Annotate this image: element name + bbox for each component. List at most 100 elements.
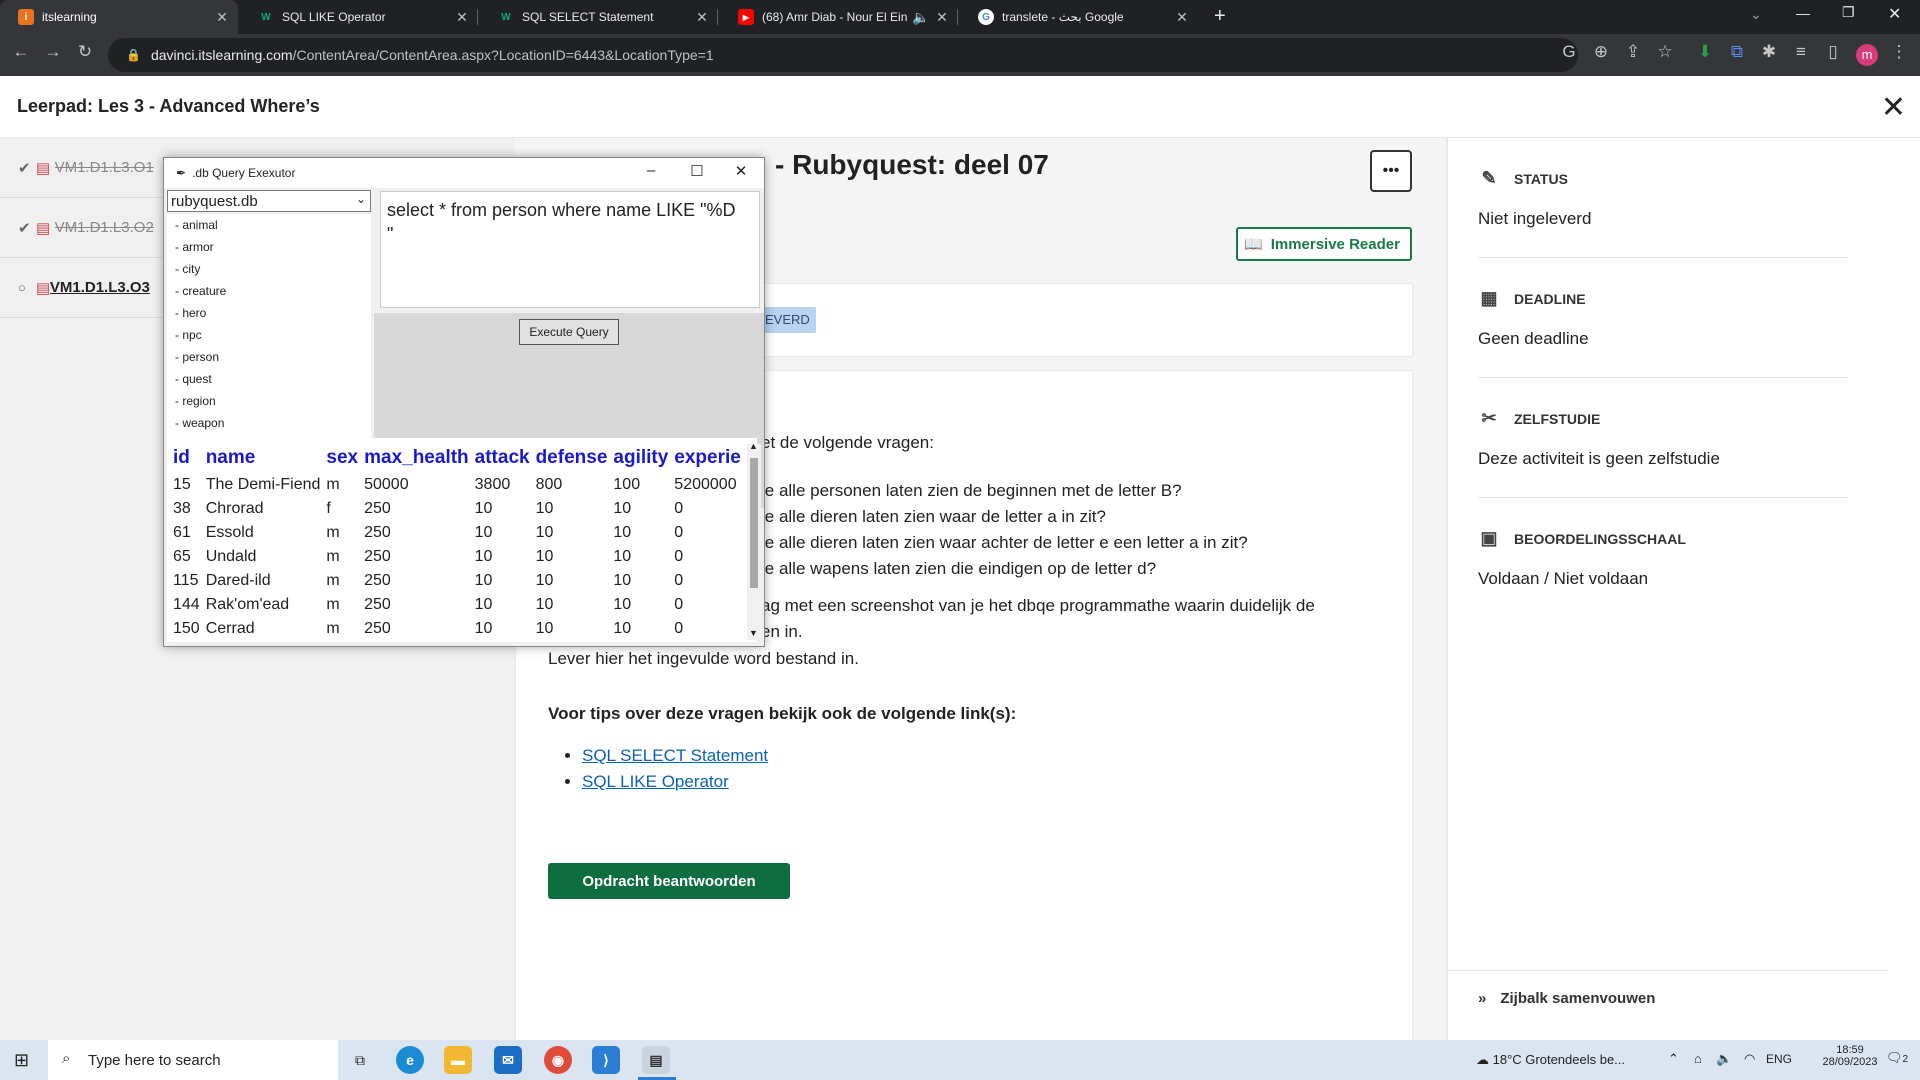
self-study-section: ✂ ZELFSTUDIE Deze activiteit is geen zelf…: [1478, 408, 1848, 498]
translate-extension-icon[interactable]: ⧉: [1724, 42, 1750, 62]
cell: Dared-ild: [205, 572, 271, 589]
section-label: ZELFSTUDIE: [1514, 410, 1601, 427]
chrome-icon[interactable]: ◉: [544, 1046, 572, 1074]
tab-search-icon[interactable]: ⌄: [1750, 6, 1762, 23]
extensions-puzzle-icon[interactable]: ✱: [1756, 42, 1782, 62]
new-tab-icon[interactable]: +: [1214, 5, 1226, 28]
close-icon[interactable]: ✕: [726, 162, 756, 180]
table-list-item[interactable]: - person: [167, 346, 371, 368]
volume-icon[interactable]: 🔈: [1716, 1051, 1732, 1067]
vscode-icon[interactable]: ⟩: [592, 1046, 620, 1074]
cell: The Demi-Fiend: [205, 476, 321, 493]
path-item[interactable]: ✔ ▤ VM1.D1.L3.O2: [0, 198, 170, 258]
close-window-icon[interactable]: ✕: [1888, 4, 1901, 24]
mute-icon[interactable]: 🔈: [908, 9, 934, 26]
self-study-icon: ✂: [1481, 408, 1497, 428]
table-list-item[interactable]: - quest: [167, 368, 371, 390]
sql-select-link[interactable]: SQL SELECT Statement: [582, 746, 768, 765]
windows-start-icon[interactable]: ⊞: [14, 1050, 29, 1071]
instruction-line: en in.: [761, 622, 803, 641]
minimize-icon[interactable]: –: [636, 162, 666, 179]
execute-query-button[interactable]: Execute Query: [519, 319, 619, 345]
file-explorer-icon[interactable]: ▬: [444, 1046, 472, 1074]
path-item-current[interactable]: ○ ▤ VM1.D1.L3.O3: [0, 258, 170, 318]
tab-itslearning[interactable]: i itslearning ✕: [0, 0, 238, 34]
media-icon[interactable]: ≡: [1788, 42, 1814, 62]
taskbar-search[interactable]: ⌕ Type here to search: [48, 1040, 338, 1080]
scroll-down-icon[interactable]: ▼: [749, 628, 758, 638]
close-icon[interactable]: ✕: [1881, 90, 1906, 125]
database-select[interactable]: rubyquest.db ⌄: [167, 190, 371, 212]
table-list-item[interactable]: - npc: [167, 324, 371, 346]
details-sidebar: ✎ STATUS Niet ingeleverd ▦ DEADLINE Geen d…: [1447, 138, 1920, 1040]
forward-icon[interactable]: →: [40, 42, 66, 62]
bookmark-star-icon[interactable]: ☆: [1652, 42, 1678, 62]
edge-icon[interactable]: e: [396, 1046, 424, 1074]
share-icon[interactable]: ⇪: [1620, 42, 1646, 62]
close-tab-icon[interactable]: ✕: [694, 9, 710, 26]
collapse-sidebar-button[interactable]: » Zijbalk samenvouwen: [1478, 990, 1655, 1007]
table-list-item[interactable]: - animal: [167, 214, 371, 236]
cell: 250: [364, 620, 391, 637]
table-list-item[interactable]: - hero: [167, 302, 371, 324]
maximize-icon[interactable]: ☐: [682, 162, 712, 180]
cell: 65: [173, 548, 191, 565]
mail-icon[interactable]: ✉: [494, 1046, 522, 1074]
sql-like-link[interactable]: SQL LIKE Operator: [582, 772, 729, 791]
zoom-icon[interactable]: ⊕: [1588, 42, 1614, 62]
scrollbar-thumb[interactable]: [750, 458, 758, 588]
results-scrollbar[interactable]: ▲ ▼: [747, 441, 761, 640]
tab-google[interactable]: G translete - بحث Google ✕: [960, 0, 1198, 34]
table-list-item[interactable]: - region: [167, 390, 371, 412]
cell: 10: [613, 596, 632, 613]
cell: 10: [613, 500, 632, 517]
cell: 10: [535, 572, 554, 589]
path-item-label: VM1.D1.L3.O2: [54, 219, 154, 236]
cell: 10: [535, 620, 554, 637]
notifications-icon[interactable]: 🗨2: [1886, 1050, 1908, 1066]
path-item[interactable]: ✔ ▤ VM1.D1.L3.O1: [0, 138, 170, 198]
clock[interactable]: 18:59 28/09/2023: [1820, 1044, 1880, 1068]
more-options-button[interactable]: •••: [1370, 150, 1412, 192]
close-tab-icon[interactable]: ✕: [934, 9, 950, 26]
clock-time: 18:59: [1836, 1044, 1864, 1056]
close-tab-icon[interactable]: ✕: [454, 9, 470, 26]
reload-icon[interactable]: ↻: [72, 42, 98, 62]
profile-avatar[interactable]: m: [1856, 44, 1878, 66]
url-bar[interactable]: 🔒 davinci.itslearning.com/ContentArea/Co…: [108, 38, 1578, 72]
tab-youtube[interactable]: ▶ (68) Amr Diab - Nour El Ein 🔈 ✕: [720, 0, 958, 34]
immersive-reader-button[interactable]: 📖 Immersive Reader: [1236, 227, 1412, 261]
minimize-icon[interactable]: —: [1796, 5, 1810, 21]
restore-icon[interactable]: ❐: [1842, 4, 1855, 21]
google-lens-icon[interactable]: G: [1556, 42, 1582, 62]
close-tab-icon[interactable]: ✕: [214, 9, 230, 26]
close-tab-icon[interactable]: ✕: [1174, 9, 1190, 26]
language-indicator[interactable]: ENG: [1766, 1052, 1792, 1066]
query-textarea[interactable]: select * from person where name LIKE "%D…: [380, 191, 760, 308]
chevron-up-icon[interactable]: ⌃: [1668, 1051, 1679, 1067]
table-list-item[interactable]: - city: [167, 258, 371, 280]
network-icon[interactable]: ⌂: [1694, 1051, 1702, 1066]
cell: Chrorad: [205, 500, 264, 517]
wifi-icon[interactable]: ◠: [1744, 1051, 1755, 1067]
column-header: max_health: [364, 447, 469, 468]
cell: 15: [173, 476, 191, 493]
cell: 0: [674, 500, 684, 517]
table-list-item[interactable]: - armor: [167, 236, 371, 258]
back-icon[interactable]: ←: [8, 42, 34, 62]
answer-assignment-button[interactable]: Opdracht beantwoorden: [548, 863, 790, 899]
task-view-icon[interactable]: ⧉: [346, 1046, 374, 1074]
table-list-item[interactable]: - weapon: [167, 412, 371, 434]
side-panel-icon[interactable]: ▯: [1820, 42, 1846, 62]
table-list-item[interactable]: - creature: [167, 280, 371, 302]
cell: 10: [535, 500, 554, 517]
tab-sql-select[interactable]: W SQL SELECT Statement ✕: [480, 0, 718, 34]
document-icon: ▤: [36, 279, 51, 297]
cell: Essold: [205, 524, 254, 541]
scroll-up-icon[interactable]: ▲: [749, 441, 758, 451]
weather-widget[interactable]: ☁ 18°C Grotendeels be...: [1476, 1052, 1625, 1068]
extension-download-icon[interactable]: ⬇: [1692, 42, 1718, 62]
query-executor-taskbar-icon[interactable]: ▤: [642, 1046, 670, 1074]
tab-sql-like[interactable]: W SQL LIKE Operator ✕: [240, 0, 478, 34]
browser-menu-icon[interactable]: ⋮: [1886, 42, 1912, 62]
